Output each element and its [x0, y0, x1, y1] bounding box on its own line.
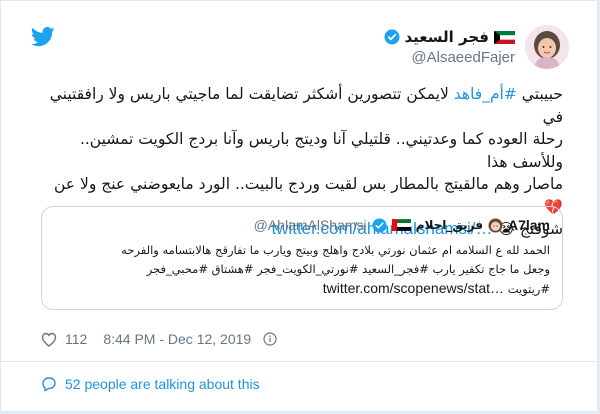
- timestamp[interactable]: 8:44 PM - Dec 12, 2019: [103, 331, 251, 347]
- info-icon[interactable]: [263, 332, 277, 346]
- like-count[interactable]: 112: [65, 331, 87, 347]
- conversation-link[interactable]: 52 people are talking about this: [41, 376, 260, 392]
- tweet-line-1-start: حبيبتي: [516, 85, 563, 103]
- divider: [1, 361, 597, 362]
- speech-bubble-icon: [42, 377, 56, 392]
- quoted-name[interactable]: A7lam: [508, 217, 550, 233]
- tweet-meta: 112 8:44 PM - Dec 12, 2019: [41, 331, 277, 347]
- quoted-text: الحمد لله ع السلامه ام عثمان نورتي بلادج…: [54, 241, 550, 299]
- author-display-name[interactable]: فجر السعيد: [405, 28, 489, 46]
- quoted-tweet[interactable]: @AhlamAlShamsi فريق_احلام A7lam الحمد لل: [41, 206, 563, 310]
- kuwait-flag-icon: [494, 30, 515, 44]
- author-handle[interactable]: @AlsaeedFajer: [384, 49, 515, 66]
- quoted-line-1: الحمد لله ع السلامه ام عثمان نورتي بلادج…: [121, 243, 550, 257]
- quoted-line-2: وجعل ما جاج تكفير يارب #فجر_السعيد #نورت…: [146, 262, 550, 276]
- hashtag-link[interactable]: #أم_فاهد: [454, 85, 517, 103]
- author-block[interactable]: فجر السعيد @AlsaeedFajer: [384, 27, 515, 66]
- uae-flag-icon: [391, 219, 411, 231]
- quoted-line-3-tag: #ريتويت: [507, 282, 550, 296]
- quoted-author[interactable]: @AhlamAlShamsi فريق_احلام A7lam: [254, 217, 550, 233]
- woman-emoji-icon: [488, 218, 503, 232]
- tweet-card: فجر السعيد @AlsaeedFajer حبيبتي #أم_فاهد…: [0, 0, 598, 412]
- tweet-line-3-text: ماصار وهم مالقيتج بالمطار بس لقيت وردج ب…: [54, 175, 563, 193]
- quoted-name-arabic[interactable]: فريق_احلام: [416, 218, 483, 232]
- author-avatar[interactable]: [525, 25, 569, 69]
- twitter-bird-icon[interactable]: [31, 27, 55, 47]
- tweet-line-1: حبيبتي #أم_فاهد لايمكن تتصورين أشكثر تضا…: [41, 83, 563, 128]
- avatar-illustration: [525, 25, 569, 69]
- quoted-handle[interactable]: @AhlamAlShamsi: [254, 217, 367, 233]
- heart-icon[interactable]: [41, 332, 57, 347]
- talking-count-label[interactable]: 52 people are talking about this: [65, 376, 260, 392]
- verified-badge-icon: [372, 217, 387, 233]
- quoted-line-3: #ريتويت twitter.com/scopenews/stat…: [54, 279, 550, 299]
- quoted-link[interactable]: twitter.com/scopenews/stat…: [323, 280, 504, 296]
- tweet-line-2: رحلة العوده كما وعدتيني.. قلتيلي آنا ودي…: [79, 130, 563, 171]
- verified-badge-icon: [384, 29, 400, 45]
